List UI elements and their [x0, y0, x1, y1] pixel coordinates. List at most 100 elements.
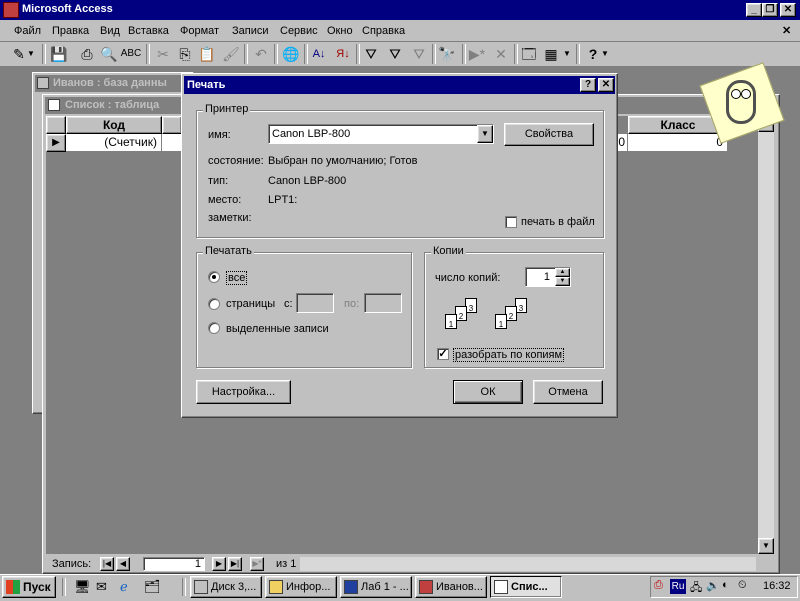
ok-button[interactable]: ОК [453, 380, 523, 404]
dropdown-arrow-icon[interactable]: ▼ [600, 43, 610, 65]
language-indicator[interactable]: Ru [670, 579, 686, 594]
tray-printer-icon[interactable]: ⎙ [654, 579, 663, 592]
record-number-field[interactable]: 1 [143, 557, 205, 571]
mdi-close-icon[interactable]: ✕ [782, 24, 791, 37]
vertical-scrollbar[interactable] [758, 116, 774, 554]
properties-button[interactable]: Свойства [504, 123, 594, 146]
column-header-mid[interactable] [162, 116, 182, 134]
dialog-close-button[interactable]: ✕ [598, 78, 614, 92]
collate-checkbox[interactable]: ✓ [437, 348, 449, 360]
printer-name-select[interactable]: Canon LBP-800 ▼ [268, 124, 494, 144]
new-record-nav-button[interactable]: ▶* [250, 557, 264, 571]
office-assistant[interactable] [699, 62, 785, 144]
delete-record-icon[interactable]: ✕ [490, 43, 512, 65]
dialog-close-icon: ✕ [601, 79, 611, 90]
cut-icon[interactable]: ✂ [152, 43, 174, 65]
volume-icon[interactable]: 🔈 [706, 579, 720, 592]
filter-by-form-icon[interactable]: ⛛ [384, 43, 406, 65]
start-label: Пуск [23, 580, 51, 594]
format-painter-icon[interactable]: 🖌 [220, 43, 242, 65]
help-button[interactable]: ? [580, 78, 596, 92]
menu-help[interactable]: Справка [362, 22, 405, 40]
clock[interactable]: 16:32 [763, 580, 791, 592]
new-object-icon[interactable]: ▦ [540, 43, 562, 65]
save-icon[interactable]: 💾 [48, 43, 70, 65]
menu-view[interactable]: Вид [100, 22, 120, 40]
print-selected-radio[interactable] [208, 322, 220, 334]
tray-clock-icon[interactable]: ⏲ [738, 579, 747, 592]
find-icon[interactable]: 🔭 [436, 43, 458, 65]
close-button[interactable]: ✕ [780, 3, 796, 17]
pages-from-input[interactable] [296, 293, 334, 313]
print-selected-label[interactable]: выделенные записи [226, 323, 329, 335]
menu-window[interactable]: Окно [327, 22, 353, 40]
menu-tools[interactable]: Сервис [280, 22, 318, 40]
dropdown-arrow-icon[interactable]: ▼ [562, 43, 572, 65]
setup-button[interactable]: Настройка... [196, 380, 291, 404]
task-info[interactable]: Инфор... [265, 576, 337, 598]
language-label: Ru [671, 581, 685, 592]
desktop-quicklaunch-icon[interactable]: 🖥 [74, 579, 91, 595]
menu-format[interactable]: Формат [180, 22, 219, 40]
copies-down-button[interactable]: ▼ [555, 277, 570, 286]
ok-button-label: ОК [480, 386, 496, 398]
scroll-down-button[interactable]: ▼ [758, 538, 774, 554]
new-record-icon[interactable]: ▶* [466, 43, 488, 65]
menu-file[interactable]: Файл [14, 22, 41, 40]
print-to-file-label[interactable]: печать в файл [521, 216, 595, 228]
outlook-quicklaunch-icon[interactable]: ✉ [96, 579, 107, 595]
prev-record-button[interactable]: ◀ [116, 557, 130, 571]
copies-up-button[interactable]: ▲ [555, 268, 570, 277]
row-selector[interactable]: ▶ [46, 134, 66, 152]
first-record-button[interactable]: |◀ [100, 557, 114, 571]
tray-network-icon[interactable]: 🖧 [690, 579, 702, 598]
cell-klass[interactable]: 0 [628, 134, 728, 152]
print-all-label[interactable]: все [226, 271, 248, 285]
cell-kod-value: (Счетчик) [104, 135, 157, 149]
printer-dropdown-arrow-icon[interactable]: ▼ [477, 125, 493, 143]
menu-records[interactable]: Записи [232, 22, 269, 40]
sort-descending-icon[interactable]: Я↓ [332, 43, 354, 65]
menu-edit[interactable]: Правка [52, 22, 89, 40]
task-lab[interactable]: Лаб 1 - ... [340, 576, 412, 598]
filter-by-selection-icon[interactable]: ⛛ [360, 43, 382, 65]
task-disk[interactable]: Диск 3,... [190, 576, 262, 598]
database-window-icon[interactable]: 🗔 [518, 43, 540, 65]
cancel-button[interactable]: Отмена [533, 380, 603, 404]
print-preview-icon[interactable]: 🔍 [98, 43, 120, 65]
horizontal-scrollbar[interactable] [300, 557, 756, 571]
restore-button[interactable]: ❐ [762, 3, 778, 17]
cell-mid[interactable] [162, 134, 182, 152]
start-button[interactable]: Пуск [2, 576, 56, 598]
print-pages-radio[interactable] [208, 298, 220, 310]
spelling-icon[interactable]: ABC [120, 43, 142, 65]
task-ivanov[interactable]: Иванов... [415, 576, 487, 598]
print-pages-label[interactable]: страницы [226, 298, 275, 310]
next-record-button[interactable]: ▶ [212, 557, 226, 571]
ie-quicklaunch-icon[interactable]: ℯ [120, 579, 128, 595]
print-all-radio[interactable] [208, 271, 220, 283]
print-to-file-checkbox[interactable] [505, 216, 517, 228]
tray-agent-icon[interactable]: ◐ [722, 579, 729, 591]
dropdown-arrow-icon[interactable]: ▼ [26, 43, 36, 65]
pages-to-input[interactable] [364, 293, 402, 313]
undo-icon[interactable]: ↶ [250, 43, 272, 65]
notes-label: заметки: [208, 212, 252, 224]
quicklaunch-separator [62, 578, 66, 596]
explorer-quicklaunch-icon[interactable]: 🗂 [144, 579, 161, 595]
apply-filter-icon[interactable]: ⛛ [408, 43, 430, 65]
sort-ascending-icon[interactable]: A↓ [308, 43, 330, 65]
column-header-kod[interactable]: Код [66, 116, 162, 134]
hyperlink-icon[interactable]: 🌐 [280, 43, 302, 65]
select-all-cell[interactable] [46, 116, 66, 134]
last-record-button[interactable]: ▶| [228, 557, 242, 571]
copy-icon[interactable]: ⎘ [174, 43, 196, 65]
cell-kod[interactable]: (Счетчик) [66, 134, 162, 152]
toolbar-separator [42, 44, 46, 64]
collate-label[interactable]: разобрать по копиям [453, 348, 565, 362]
print-icon[interactable]: ⎙ [76, 43, 98, 65]
minimize-button[interactable]: _ [746, 3, 762, 17]
menu-insert[interactable]: Вставка [128, 22, 169, 40]
paste-icon[interactable]: 📋 [196, 43, 218, 65]
task-spisok[interactable]: Спис... [490, 576, 562, 598]
